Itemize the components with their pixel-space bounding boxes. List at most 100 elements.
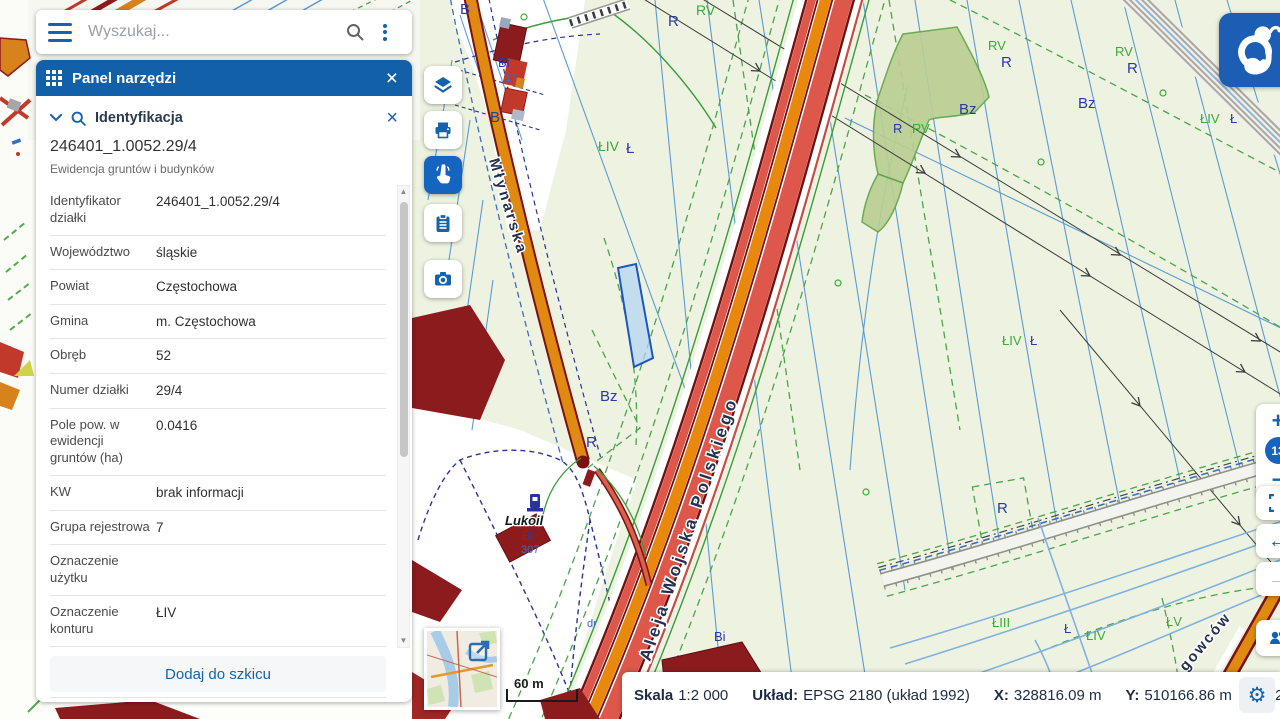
scale-bar: 60 m bbox=[506, 676, 578, 702]
gear-icon: ⚙ bbox=[1248, 683, 1267, 708]
svg-text:B: B bbox=[460, 1, 470, 18]
printer-icon bbox=[432, 119, 454, 141]
svg-text:R: R bbox=[668, 13, 679, 30]
dataset-subtitle: Ewidencja gruntów i budynków bbox=[50, 162, 214, 176]
full-extent-button[interactable] bbox=[1256, 486, 1280, 520]
svg-text:Ł: Ł bbox=[1030, 333, 1037, 348]
open-minimap-icon[interactable] bbox=[468, 638, 492, 662]
x-value: 328816.09 m bbox=[1014, 687, 1102, 704]
table-row: Identyfikator działki 246401_1.0052.29/4 bbox=[50, 185, 386, 236]
row-value: m. Częstochowa bbox=[156, 313, 256, 331]
svg-text:ŁIV: ŁIV bbox=[1200, 111, 1220, 126]
panel-title: Panel narzędzi bbox=[72, 70, 382, 87]
row-value: 246401_1.0052.29/4 bbox=[156, 193, 280, 227]
y-coordinate: Y: 510166.86 m bbox=[1125, 687, 1231, 704]
clipboard-button[interactable] bbox=[424, 204, 462, 242]
scale-label: Skala bbox=[634, 687, 673, 704]
panel-close-button[interactable]: × bbox=[382, 68, 402, 89]
table-row: Gmina m. Częstochowa bbox=[50, 305, 386, 340]
table-row: Powiat Częstochowa bbox=[50, 270, 386, 305]
layers-button[interactable] bbox=[424, 66, 462, 104]
more-options-icon[interactable] bbox=[370, 17, 400, 47]
row-label: Województwo bbox=[50, 244, 150, 262]
svg-text:Bi: Bi bbox=[522, 528, 534, 543]
table-row: Obręb 52 bbox=[50, 339, 386, 374]
zoom-in-button[interactable]: + bbox=[1256, 408, 1280, 434]
svg-text:ŁIII: ŁIII bbox=[992, 615, 1010, 630]
svg-text:Bi: Bi bbox=[714, 629, 726, 644]
table-row: Numer działki 29/4 bbox=[50, 374, 386, 409]
scroll-down-arrow[interactable]: ▼ bbox=[398, 635, 409, 647]
row-label: Oznaczenie konturu bbox=[50, 604, 150, 638]
touch-pointer-icon bbox=[432, 164, 454, 186]
search-icon[interactable] bbox=[340, 17, 370, 47]
table-row: Pole pow. w ewidencji gruntów (ha) 0.041… bbox=[50, 409, 386, 477]
y-label: Y: bbox=[1125, 687, 1139, 704]
row-label: Identyfikator działki bbox=[50, 193, 150, 227]
svg-text:ŁIV: ŁIV bbox=[598, 138, 620, 154]
identify-icon bbox=[70, 110, 87, 127]
svg-text:Bz: Bz bbox=[1078, 95, 1096, 112]
screenshot-button[interactable] bbox=[424, 260, 462, 298]
scroll-up-arrow[interactable]: ▲ bbox=[398, 186, 409, 198]
status-bar: Skala 1:2 000 Układ: EPSG 2180 (układ 19… bbox=[622, 672, 1280, 719]
svg-text:Ł: Ł bbox=[1230, 111, 1237, 126]
search-bar bbox=[36, 10, 412, 54]
row-label: Gmina bbox=[50, 313, 150, 331]
app-window: B Bi 17 B ŁIV Ł R RV RV R RV R Bz Bz R R… bbox=[0, 0, 1280, 719]
previous-view-button[interactable]: ← bbox=[1256, 524, 1280, 558]
grid-icon bbox=[46, 70, 62, 86]
print-button[interactable] bbox=[424, 111, 462, 149]
table-row: Grupa rejestrowa 7 bbox=[50, 511, 386, 546]
row-value: 0.0416 bbox=[156, 417, 197, 468]
users-icon bbox=[1267, 627, 1280, 649]
row-label: Obręb bbox=[50, 347, 150, 365]
menu-icon[interactable] bbox=[48, 23, 72, 42]
logo-g-icon bbox=[1227, 21, 1280, 79]
row-value: 7 bbox=[156, 519, 164, 537]
identify-tool-button[interactable] bbox=[424, 156, 462, 194]
add-to-sketch-button[interactable]: Dodaj do szkicu bbox=[50, 656, 386, 692]
section-close-button[interactable]: × bbox=[386, 108, 398, 128]
geoportal-logo[interactable] bbox=[1219, 13, 1280, 87]
row-label: Pole pow. w ewidencji gruntów (ha) bbox=[50, 417, 150, 468]
scrollbar-thumb[interactable] bbox=[400, 202, 408, 457]
panel-scrollbar[interactable]: ▲ ▼ bbox=[397, 185, 410, 648]
svg-text:R: R bbox=[1001, 54, 1012, 71]
svg-text:RV: RV bbox=[912, 121, 930, 136]
svg-text:Bi: Bi bbox=[498, 55, 510, 70]
svg-text:307: 307 bbox=[521, 544, 539, 556]
panel-header: Panel narzędzi × bbox=[36, 60, 412, 96]
svg-text:ŁV: ŁV bbox=[1166, 614, 1182, 629]
chevron-down-icon[interactable] bbox=[50, 114, 62, 122]
svg-text:RV: RV bbox=[696, 2, 716, 18]
crs-value: EPSG 2180 (układ 1992) bbox=[803, 687, 970, 704]
table-row: Województwo śląskie bbox=[50, 236, 386, 271]
zoom-controls: + 13 − bbox=[1256, 404, 1280, 497]
table-row: KW brak informacji bbox=[50, 476, 386, 511]
section-title: Identyfikacja bbox=[95, 110, 386, 126]
svg-text:R: R bbox=[586, 434, 597, 451]
layers-icon bbox=[432, 74, 454, 96]
row-value: śląskie bbox=[156, 244, 197, 262]
zoom-level-badge: 13 bbox=[1265, 437, 1280, 464]
overview-minimap[interactable] bbox=[424, 628, 500, 710]
z-value: 242.27 bbox=[1275, 687, 1280, 704]
x-coordinate: X: 328816.09 m bbox=[994, 687, 1102, 704]
svg-text:R: R bbox=[1127, 60, 1138, 77]
table-row: Oznaczenie użytku bbox=[50, 545, 386, 596]
svg-text:Ł: Ł bbox=[1064, 621, 1071, 636]
settings-button[interactable]: ⚙ bbox=[1239, 677, 1275, 713]
community-button[interactable] bbox=[1256, 620, 1280, 656]
svg-text:RV: RV bbox=[1115, 44, 1133, 59]
row-value: ŁIV bbox=[156, 604, 176, 638]
scale-readout: Skala 1:2 000 bbox=[634, 687, 728, 704]
search-input[interactable] bbox=[86, 22, 340, 42]
svg-text:Ł: Ł bbox=[626, 140, 634, 157]
x-label: X: bbox=[994, 687, 1009, 704]
svg-text:R: R bbox=[893, 121, 902, 136]
next-view-button[interactable]: → bbox=[1256, 562, 1280, 596]
svg-text:Bz: Bz bbox=[959, 101, 977, 118]
attribute-table: Identyfikator działki 246401_1.0052.29/4… bbox=[50, 185, 386, 698]
identification-section-header: Identyfikacja × bbox=[36, 104, 412, 132]
